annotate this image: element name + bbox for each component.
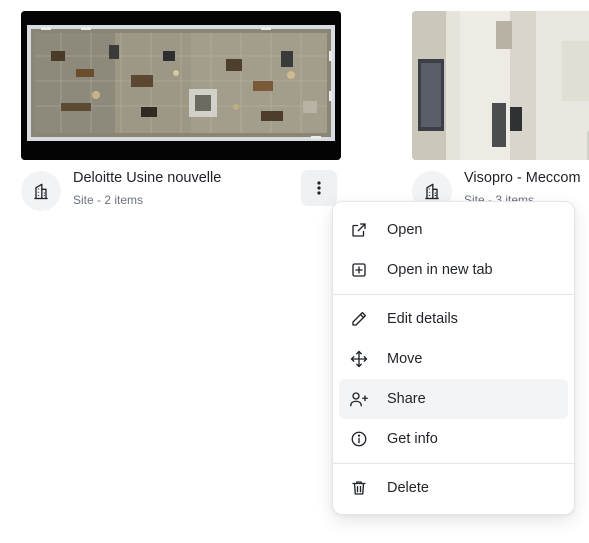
site-thumbnail-floorplan[interactable] (21, 11, 341, 160)
trash-icon (349, 478, 369, 498)
move-arrows-icon (349, 349, 369, 369)
site-thumbnail-photo[interactable] (412, 11, 589, 160)
menu-item-label: Open in new tab (387, 262, 493, 278)
menu-divider (333, 463, 574, 464)
external-link-icon (349, 220, 369, 240)
menu-item-label: Edit details (387, 311, 458, 327)
user-plus-icon (349, 389, 369, 409)
site-title[interactable]: Deloitte Usine nouvelle (73, 170, 221, 186)
menu-item-open-new-tab[interactable]: Open in new tab (339, 250, 568, 290)
site-card[interactable]: Deloitte Usine nouvelle Site - 2 items (21, 11, 341, 211)
menu-item-get-info[interactable]: Get info (339, 419, 568, 459)
context-menu: Open Open in new tab Edit details Move S… (332, 201, 575, 515)
sites-grid: Deloitte Usine nouvelle Site - 2 items V… (0, 0, 589, 543)
more-vertical-icon (317, 181, 321, 195)
menu-item-label: Open (387, 222, 423, 238)
menu-item-label: Get info (387, 431, 438, 447)
floorplan-scan-image (21, 11, 341, 160)
pencil-icon (349, 309, 369, 329)
menu-item-open[interactable]: Open (339, 210, 568, 250)
info-icon (349, 429, 369, 449)
menu-item-label: Move (387, 351, 423, 367)
more-options-button[interactable] (301, 170, 337, 206)
plus-square-icon (349, 260, 369, 280)
menu-item-label: Share (387, 391, 426, 407)
menu-item-delete[interactable]: Delete (339, 468, 568, 508)
site-title[interactable]: Visopro - Meccom (464, 170, 581, 186)
building-icon (425, 183, 439, 200)
building-icon (34, 183, 48, 200)
menu-divider (333, 294, 574, 295)
site-avatar (21, 171, 61, 211)
menu-item-move[interactable]: Move (339, 339, 568, 379)
site-card[interactable]: Visopro - Meccom Site - 3 items (412, 11, 589, 211)
menu-item-edit-details[interactable]: Edit details (339, 299, 568, 339)
menu-item-share[interactable]: Share (339, 379, 568, 419)
site-subtitle: Site - 2 items (73, 193, 144, 207)
menu-item-label: Delete (387, 480, 429, 496)
interior-photo-image (412, 11, 589, 160)
